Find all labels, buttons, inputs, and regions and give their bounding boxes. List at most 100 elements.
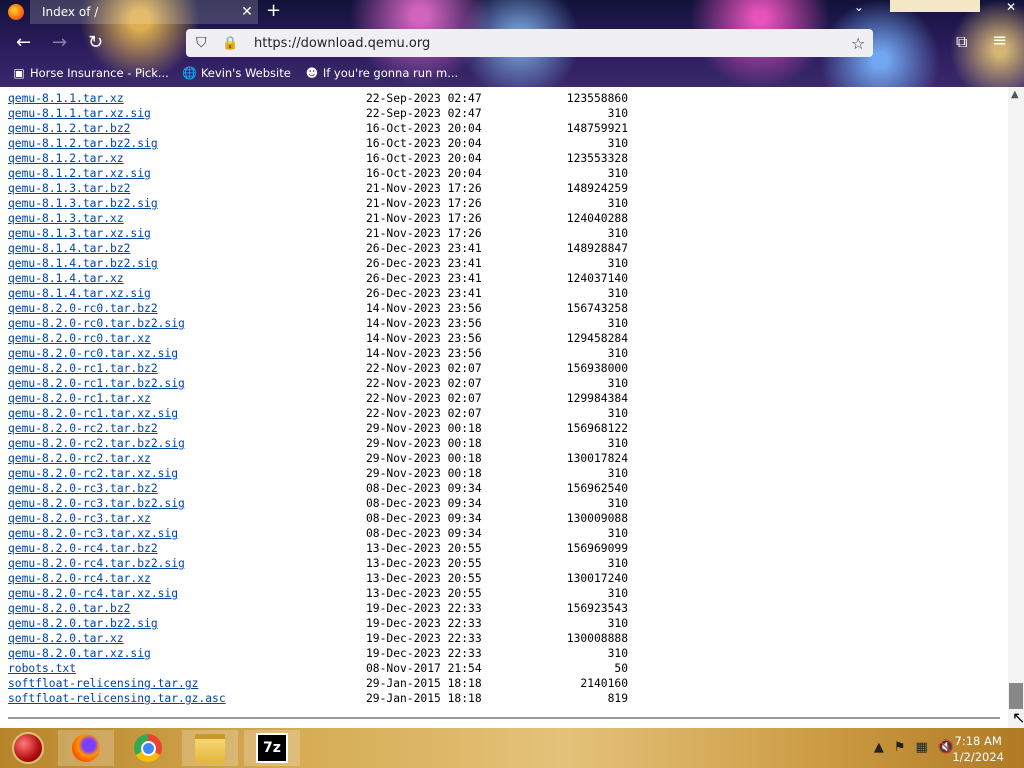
clock[interactable]: 7:18 AM 1/2/2024 [952,733,1004,765]
file-link[interactable]: qemu-8.2.0.tar.bz2 [8,601,130,616]
file-link[interactable]: qemu-8.2.0-rc3.tar.xz.sig [8,526,178,541]
file-link[interactable]: robots.txt [8,661,76,676]
file-link[interactable]: qemu-8.1.2.tar.bz2 [8,121,130,136]
back-icon[interactable]: ← [16,32,31,53]
bookmark-kevins-website[interactable]: 🌐 Kevin's Website [182,66,290,80]
file-link[interactable]: qemu-8.1.4.tar.bz2 [8,241,130,256]
file-link[interactable]: qemu-8.1.4.tar.xz [8,271,124,286]
taskbar-file-explorer[interactable] [182,730,238,766]
bookmark-if-youre-gonna[interactable]: ☻ If you're gonna run m... [305,66,459,80]
file-link[interactable]: qemu-8.2.0-rc1.tar.xz [8,391,151,406]
file-row: softfloat-relicensing.tar.gz 29-Jan-2015 … [8,676,628,691]
taskbar-firefox[interactable] [58,730,114,766]
file-link[interactable]: qemu-8.2.0-rc0.tar.bz2.sig [8,316,185,331]
file-row: qemu-8.1.4.tar.bz2 26-Dec-2023 23:41 14892… [8,241,628,256]
file-link[interactable]: qemu-8.2.0-rc3.tar.bz2 [8,481,158,496]
file-link[interactable]: qemu-8.1.3.tar.bz2.sig [8,196,158,211]
tab-index[interactable]: Index of / ✕ [8,0,258,24]
file-row: qemu-8.2.0-rc0.tar.bz2.sig 14-Nov-2023 23… [8,316,628,331]
file-size: 310 [607,107,628,120]
lock-icon[interactable]: 🔒 [222,36,240,51]
file-size: 129984384 [566,392,628,405]
file-link[interactable]: qemu-8.2.0-rc1.tar.bz2.sig [8,376,185,391]
file-link[interactable]: softfloat-relicensing.tar.gz [8,676,198,691]
file-link[interactable]: qemu-8.1.4.tar.xz.sig [8,286,151,301]
file-link[interactable]: softfloat-relicensing.tar.gz.asc [8,691,226,706]
address-bar[interactable]: ⛉ 🔒 https://download.qemu.org ☆ [186,29,873,57]
file-size: 123558860 [566,92,628,105]
extensions-icon[interactable]: ⧉ [956,32,967,52]
file-link[interactable]: qemu-8.2.0-rc0.tar.bz2 [8,301,158,316]
scrollbar-thumb[interactable] [1009,683,1023,709]
file-date: 21-Nov-2023 17:26 [366,212,482,225]
close-icon[interactable]: ✕ [236,4,258,20]
file-size: 124040288 [566,212,628,225]
url-input[interactable]: https://download.qemu.org [254,36,851,51]
file-link[interactable]: qemu-8.2.0-rc4.tar.bz2 [8,541,158,556]
file-link[interactable]: qemu-8.2.0-rc1.tar.xz.sig [8,406,178,421]
file-link[interactable]: qemu-8.2.0.tar.xz [8,631,124,646]
file-link[interactable]: qemu-8.2.0-rc0.tar.xz.sig [8,346,178,361]
file-row: qemu-8.2.0-rc0.tar.bz2 14-Nov-2023 23:56 1… [8,301,628,316]
file-date: 22-Nov-2023 02:07 [366,362,482,375]
file-link[interactable]: qemu-8.2.0-rc3.tar.xz [8,511,151,526]
file-date: 19-Dec-2023 22:33 [366,632,482,645]
file-link[interactable]: qemu-8.2.0.tar.bz2.sig [8,616,158,631]
file-link[interactable]: qemu-8.1.1.tar.xz [8,91,124,106]
file-row: qemu-8.2.0-rc3.tar.xz.sig 08-Dec-2023 09:… [8,526,628,541]
file-link[interactable]: qemu-8.1.3.tar.bz2 [8,181,130,196]
file-size: 310 [607,407,628,420]
file-link[interactable]: qemu-8.1.3.tar.xz [8,211,124,226]
file-row: qemu-8.2.0.tar.bz2.sig 19-Dec-2023 22:33 3… [8,616,628,631]
file-link[interactable]: qemu-8.1.2.tar.xz.sig [8,166,151,181]
file-row: qemu-8.1.3.tar.bz2 21-Nov-2023 17:26 14892… [8,181,628,196]
window-close-icon[interactable]: ✕ [1006,0,1016,14]
bookmark-star-icon[interactable]: ☆ [851,34,873,53]
reload-icon[interactable]: ↻ [88,32,103,53]
file-link[interactable]: qemu-8.1.1.tar.xz.sig [8,106,151,121]
file-link[interactable]: qemu-8.2.0-rc2.tar.bz2 [8,421,158,436]
flag-icon[interactable]: ⚑ [894,740,906,755]
file-link[interactable]: qemu-8.2.0-rc1.tar.bz2 [8,361,158,376]
start-button[interactable] [0,730,56,766]
file-row: qemu-8.1.4.tar.xz.sig 26-Dec-2023 23:41 31… [8,286,628,301]
file-date: 22-Sep-2023 02:47 [366,107,482,120]
file-link[interactable]: qemu-8.1.4.tar.bz2.sig [8,256,158,271]
menu-icon[interactable]: ≡ [992,30,1007,51]
file-link[interactable]: qemu-8.2.0.tar.xz.sig [8,646,151,661]
file-link[interactable]: qemu-8.2.0-rc2.tar.xz [8,451,151,466]
file-size: 148759921 [566,122,628,135]
scroll-up-icon[interactable]: ▲ [1011,89,1019,100]
restore-button[interactable] [889,0,980,12]
show-hidden-icons-icon[interactable]: ▲ [874,740,884,755]
file-link[interactable]: qemu-8.2.0-rc4.tar.xz [8,571,151,586]
chrome-icon [134,734,162,762]
file-date: 08-Dec-2023 09:34 [366,497,482,510]
file-link[interactable]: qemu-8.2.0-rc4.tar.xz.sig [8,586,178,601]
file-row: qemu-8.2.0-rc2.tar.bz2 29-Nov-2023 00:18 1… [8,421,628,436]
new-tab-button[interactable]: + [266,0,281,21]
taskbar-7zip[interactable]: 7z [244,730,300,766]
file-date: 08-Dec-2023 09:34 [366,527,482,540]
file-row: qemu-8.1.3.tar.bz2.sig 21-Nov-2023 17:26 3… [8,196,628,211]
bookmark-label: Horse Insurance - Pick... [30,66,169,80]
shield-icon[interactable]: ⛉ [196,35,214,51]
file-link[interactable]: qemu-8.1.2.tar.bz2.sig [8,136,158,151]
file-size: 156923543 [566,602,628,615]
file-size: 148924259 [566,182,628,195]
forward-icon[interactable]: → [52,32,67,53]
file-link[interactable]: qemu-8.1.3.tar.xz.sig [8,226,151,241]
file-row: qemu-8.1.2.tar.bz2 16-Oct-2023 20:04 14875… [8,121,628,136]
file-link[interactable]: qemu-8.2.0-rc2.tar.bz2.sig [8,436,185,451]
file-link[interactable]: qemu-8.1.2.tar.xz [8,151,124,166]
network-icon[interactable]: ▦ [916,740,928,755]
bookmark-horse-insurance[interactable]: ▣ Horse Insurance - Pick... [12,66,169,80]
minimize-icon[interactable]: ⌄ [854,0,864,14]
globe-icon: 🌐 [182,66,198,80]
taskbar-chrome[interactable] [120,730,176,766]
vertical-scrollbar[interactable]: ▲ [1008,87,1024,728]
file-link[interactable]: qemu-8.2.0-rc2.tar.xz.sig [8,466,178,481]
file-link[interactable]: qemu-8.2.0-rc0.tar.xz [8,331,151,346]
file-link[interactable]: qemu-8.2.0-rc3.tar.bz2.sig [8,496,185,511]
file-link[interactable]: qemu-8.2.0-rc4.tar.bz2.sig [8,556,185,571]
